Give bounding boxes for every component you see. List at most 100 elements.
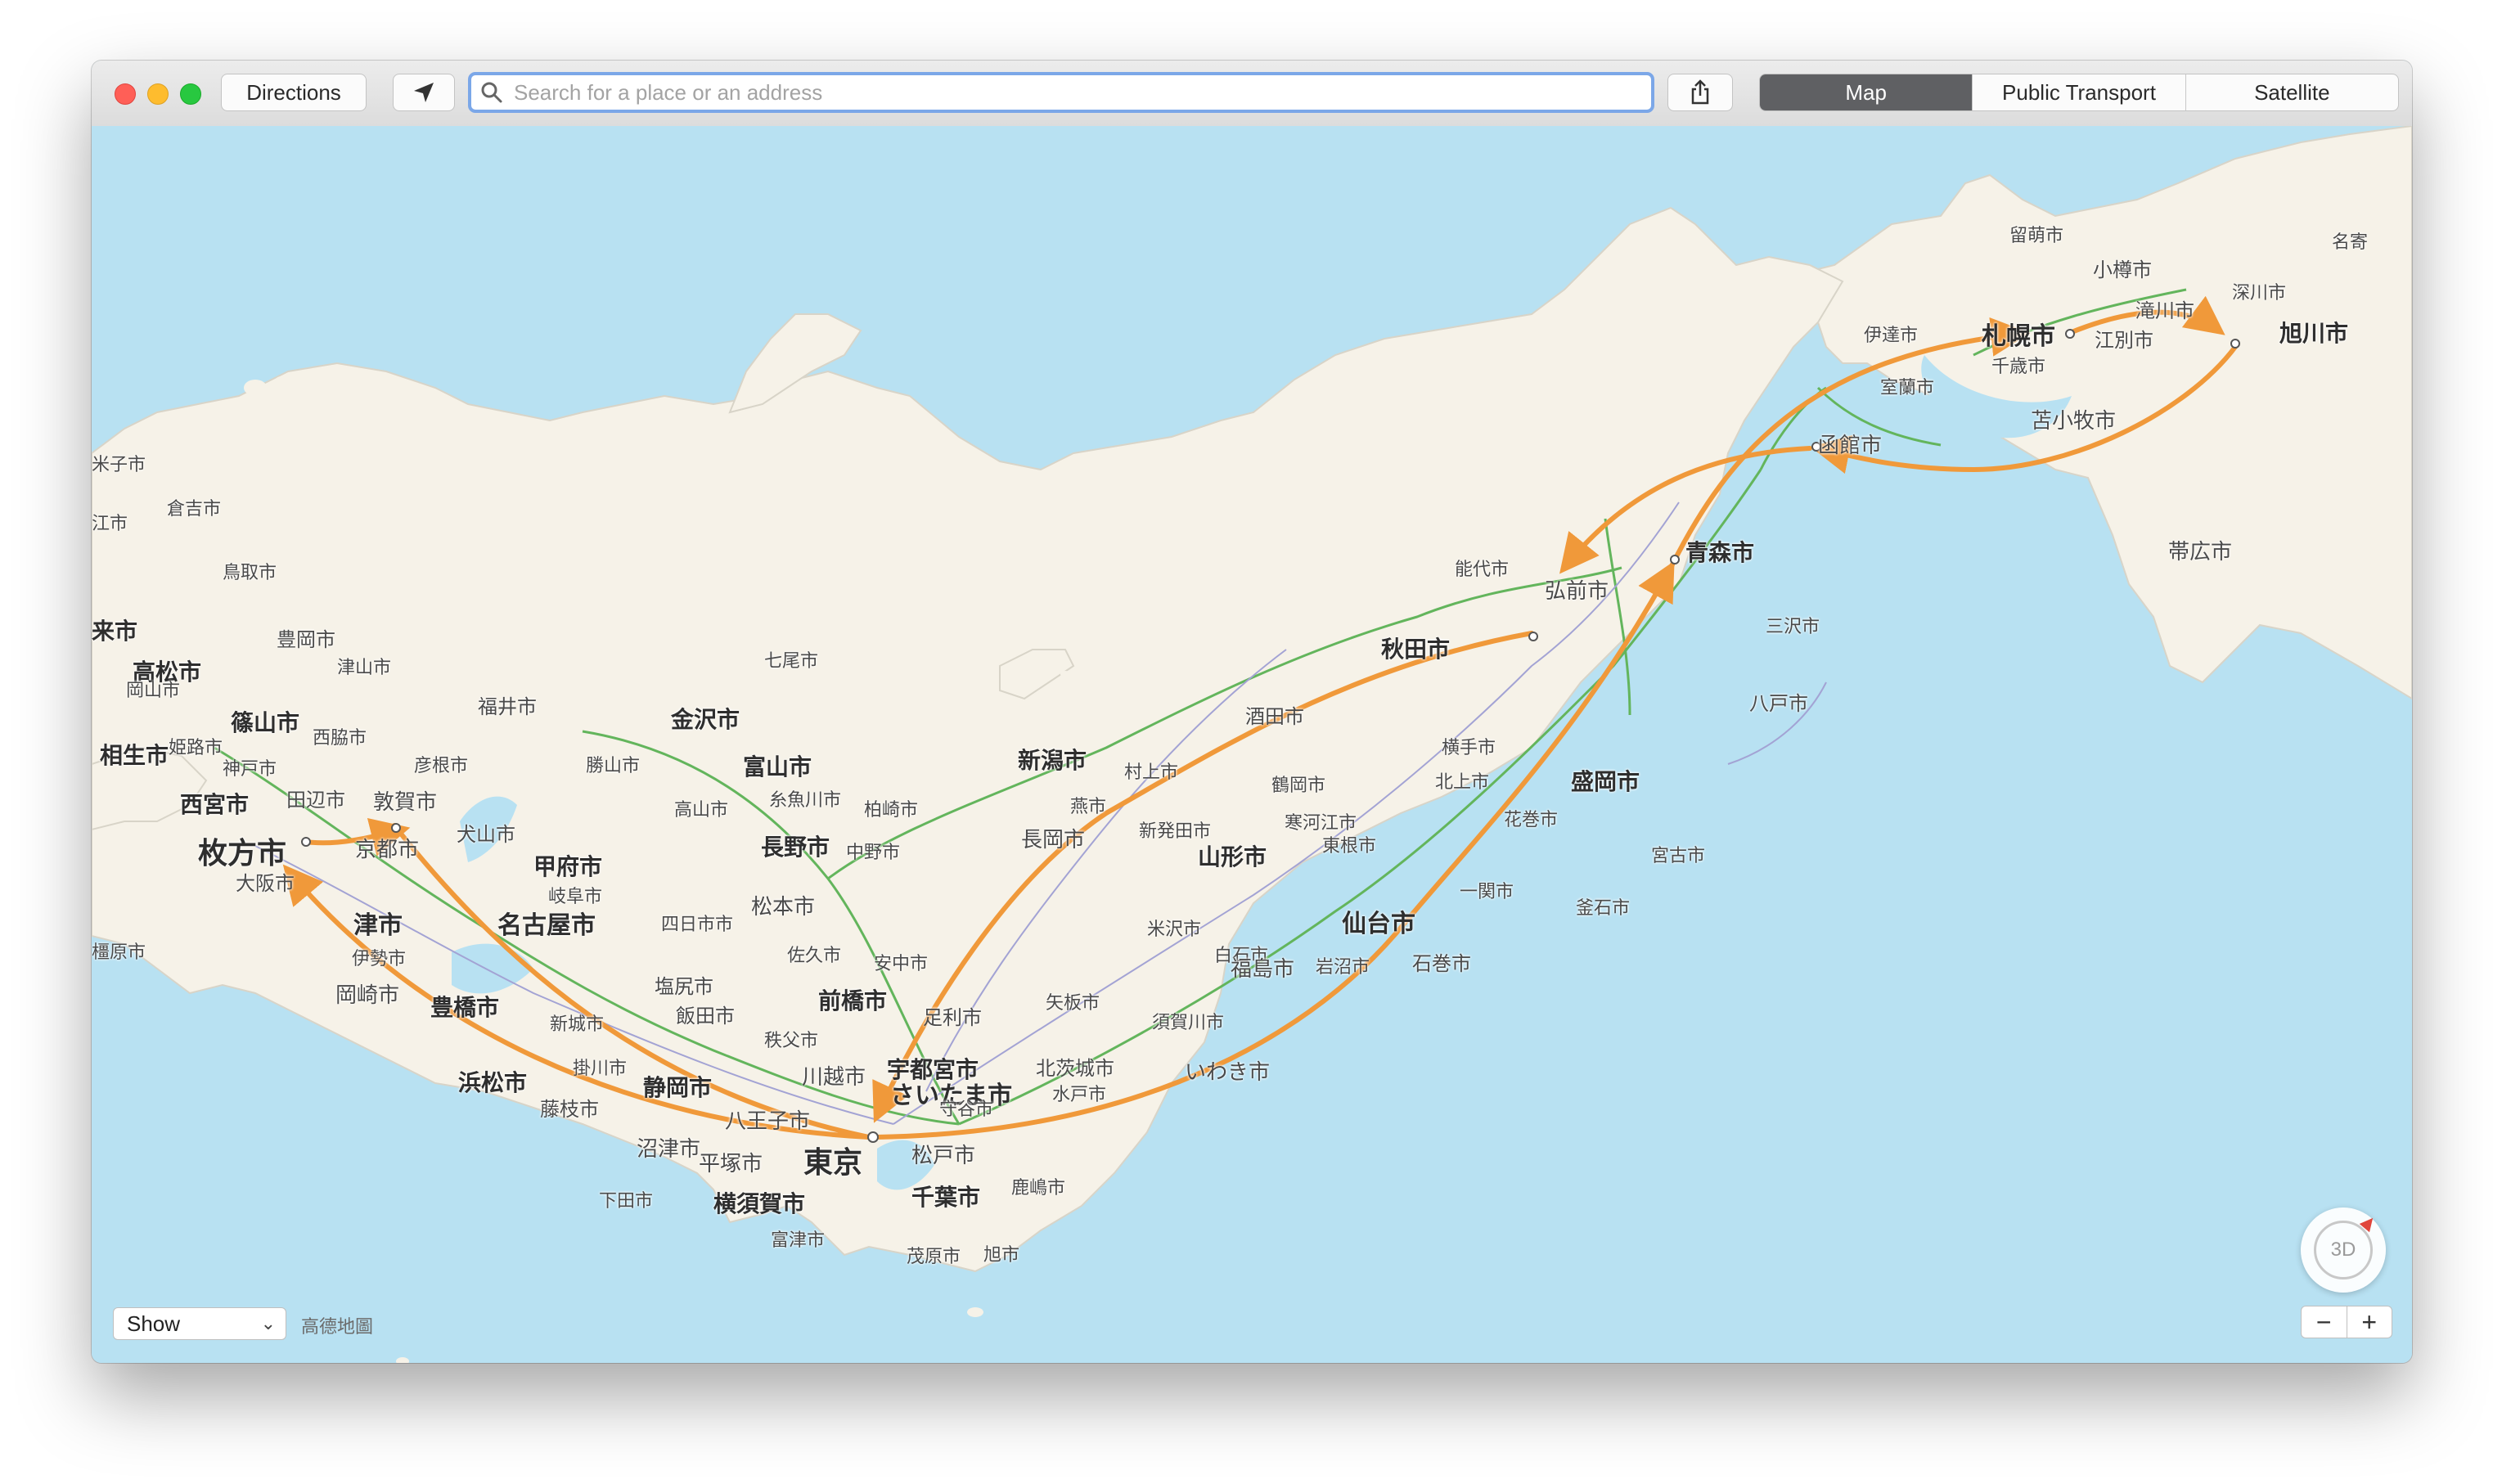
place-label: 岡山市 — [126, 681, 181, 701]
place-label: 下田市 — [599, 1191, 654, 1212]
place-label: 伊達市 — [1864, 326, 1919, 346]
place-label: 千歳市 — [1991, 357, 2046, 377]
place-label: 茂原市 — [907, 1247, 961, 1267]
title-bar: Directions Map Public Transport Sat — [92, 61, 2412, 128]
place-label: 佐久市 — [787, 946, 842, 966]
place-label: 秩父市 — [764, 1031, 819, 1051]
map-attribution: 高德地圖 — [301, 1316, 374, 1337]
place-label: 田辺市 — [286, 789, 345, 812]
place-label: 室蘭市 — [1880, 378, 1935, 398]
place-label: 米子市 — [92, 455, 146, 475]
place-label: 須賀川市 — [1152, 1013, 1225, 1033]
place-label: 篠山市 — [231, 709, 300, 736]
place-label: 北茨城市 — [1036, 1057, 1114, 1080]
place-label: 豊橋市 — [430, 994, 500, 1021]
close-window-button[interactable] — [115, 83, 136, 105]
place-label: 塩尻市 — [655, 975, 713, 998]
place-label: 飯田市 — [676, 1005, 735, 1028]
place-label: 伊勢市 — [352, 949, 407, 969]
map-canvas[interactable]: 留萌市 名寄 小樽市 深川市 滝川市 旭川市 伊達市 札幌市 江別市 千歳市 室蘭市 苫小牧市 函館市帯… — [92, 126, 2412, 1363]
place-label: 平塚市 — [699, 1152, 763, 1176]
place-label: 苫小牧市 — [2031, 409, 2117, 434]
maps-window: Directions Map Public Transport Sat — [92, 61, 2412, 1363]
place-label: 八王子市 — [725, 1109, 811, 1134]
place-label: 酒田市 — [1245, 705, 1304, 728]
place-label: 弘前市 — [1545, 579, 1609, 604]
place-label: 盛岡市 — [1571, 768, 1640, 795]
place-label: 帯広市 — [2168, 540, 2233, 564]
place-label: 長野市 — [761, 834, 830, 861]
place-label: 山形市 — [1198, 843, 1267, 870]
place-label: 函館市 — [1818, 434, 1883, 458]
place-label: 一関市 — [1460, 882, 1514, 902]
place-label: 掛川市 — [573, 1059, 628, 1079]
place-label: 小樽市 — [2093, 259, 2152, 281]
place-label: いわき市 — [1185, 1060, 1271, 1085]
zoom-in-button[interactable]: + — [2347, 1306, 2392, 1338]
place-label: 相生市 — [100, 742, 169, 769]
place-label: 新潟市 — [1018, 747, 1087, 774]
place-label: 守谷市 — [939, 1100, 994, 1120]
place-label: 福島市 — [1231, 957, 1295, 982]
place-label: 青森市 — [1685, 539, 1755, 566]
place-label: 江別市 — [2095, 329, 2153, 352]
place-label: 勝山市 — [586, 756, 641, 776]
minimize-window-button[interactable] — [147, 83, 169, 105]
map-svg — [92, 126, 2412, 1363]
islet — [1060, 671, 1070, 677]
fullscreen-window-button[interactable] — [180, 83, 201, 105]
place-label: 藤枝市 — [540, 1098, 599, 1121]
place-label: 深川市 — [2232, 283, 2287, 304]
place-label: 敦賀市 — [373, 790, 438, 815]
place-label: 矢板市 — [1046, 993, 1100, 1014]
place-label: 三沢市 — [1766, 617, 1820, 637]
place-label: 京都市 — [355, 838, 420, 862]
place-label: 水戸市 — [1052, 1085, 1107, 1105]
place-label: 安中市 — [874, 954, 929, 974]
map-type-public-transport-tab[interactable]: Public Transport — [1973, 74, 2186, 110]
share-button[interactable] — [1667, 74, 1733, 111]
place-label: 松本市 — [751, 895, 816, 920]
place-label: 能代市 — [1455, 560, 1510, 580]
place-label: 倉吉市 — [167, 499, 222, 519]
place-label: 岡崎市 — [335, 983, 400, 1008]
current-location-button[interactable] — [393, 74, 455, 111]
place-label: 富山市 — [743, 753, 812, 780]
place-label: 仙台市 — [1342, 910, 1415, 938]
search-icon — [481, 82, 502, 103]
search-field[interactable] — [468, 72, 1654, 113]
map-type-map-tab[interactable]: Map — [1760, 74, 1973, 110]
place-label: 来市 — [92, 618, 138, 645]
place-label: 滝川市 — [2135, 299, 2194, 322]
place-label: 秋田市 — [1381, 636, 1451, 663]
place-label: 札幌市 — [1982, 322, 2055, 351]
show-dropdown[interactable]: Show ⌄ — [113, 1307, 286, 1340]
place-label: 横須賀市 — [713, 1190, 806, 1217]
place-label: 江市 — [92, 514, 128, 534]
place-label: 米沢市 — [1147, 920, 1202, 940]
place-label: 川越市 — [802, 1065, 866, 1090]
zoom-out-button[interactable]: − — [2302, 1306, 2347, 1338]
map-type-satellite-tab[interactable]: Satellite — [2186, 74, 2398, 110]
place-label: 村上市 — [1124, 762, 1179, 783]
compass-3d-button[interactable]: 3D — [2301, 1207, 2386, 1293]
directions-button[interactable]: Directions — [221, 74, 367, 111]
izu-islet — [967, 1307, 983, 1317]
place-label: 大阪市 — [236, 872, 295, 895]
show-dropdown-value: Show — [127, 1311, 181, 1336]
map-type-segmented-control: Map Public Transport Satellite — [1759, 74, 2399, 111]
place-label: 北上市 — [1435, 772, 1490, 793]
place-label: 横手市 — [1442, 738, 1496, 758]
search-input[interactable] — [512, 79, 1651, 106]
place-label: 東京 — [803, 1146, 863, 1180]
place-label: 燕市 — [1070, 797, 1107, 817]
place-label: 津山市 — [337, 658, 392, 678]
place-label: 旭川市 — [2279, 320, 2349, 347]
place-label: 足利市 — [923, 1006, 982, 1029]
place-label: 沼津市 — [637, 1137, 701, 1162]
place-label: 名寄 — [2332, 232, 2369, 253]
place-label: 花巻市 — [1504, 810, 1559, 830]
place-label: 豊岡市 — [277, 628, 335, 651]
place-label: 新発田市 — [1139, 821, 1212, 842]
place-label: 鹿嶋市 — [1011, 1178, 1066, 1198]
